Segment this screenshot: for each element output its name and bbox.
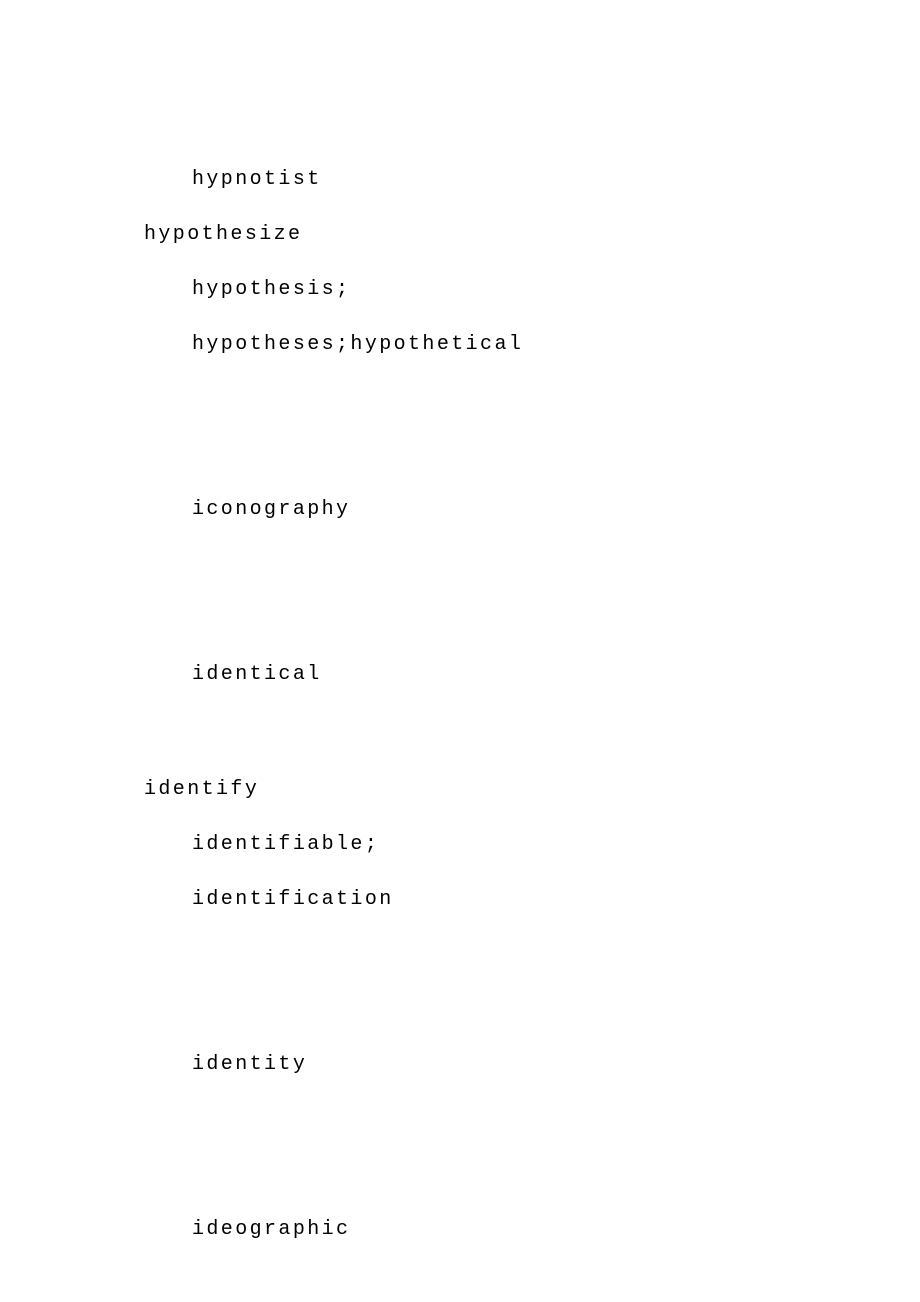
spacer	[144, 553, 920, 663]
sub-word-line: identifiable;	[144, 833, 920, 856]
sub-word-line: hypnotist	[144, 168, 920, 191]
sub-word-line: hypothesis;	[144, 278, 920, 301]
main-word-line: identify	[144, 778, 920, 801]
sub-word-line: iconography	[144, 498, 920, 521]
sub-word-line: identity	[144, 1053, 920, 1076]
spacer	[144, 718, 920, 778]
sub-word-line: identical	[144, 663, 920, 686]
spacer	[144, 943, 920, 1053]
spacer	[144, 388, 920, 498]
main-word-line: hypothesize	[144, 223, 920, 246]
sub-word-line: identification	[144, 888, 920, 911]
spacer	[144, 1108, 920, 1218]
sub-word-line: hypotheses;hypothetical	[144, 333, 920, 356]
sub-word-line: ideographic	[144, 1218, 920, 1241]
